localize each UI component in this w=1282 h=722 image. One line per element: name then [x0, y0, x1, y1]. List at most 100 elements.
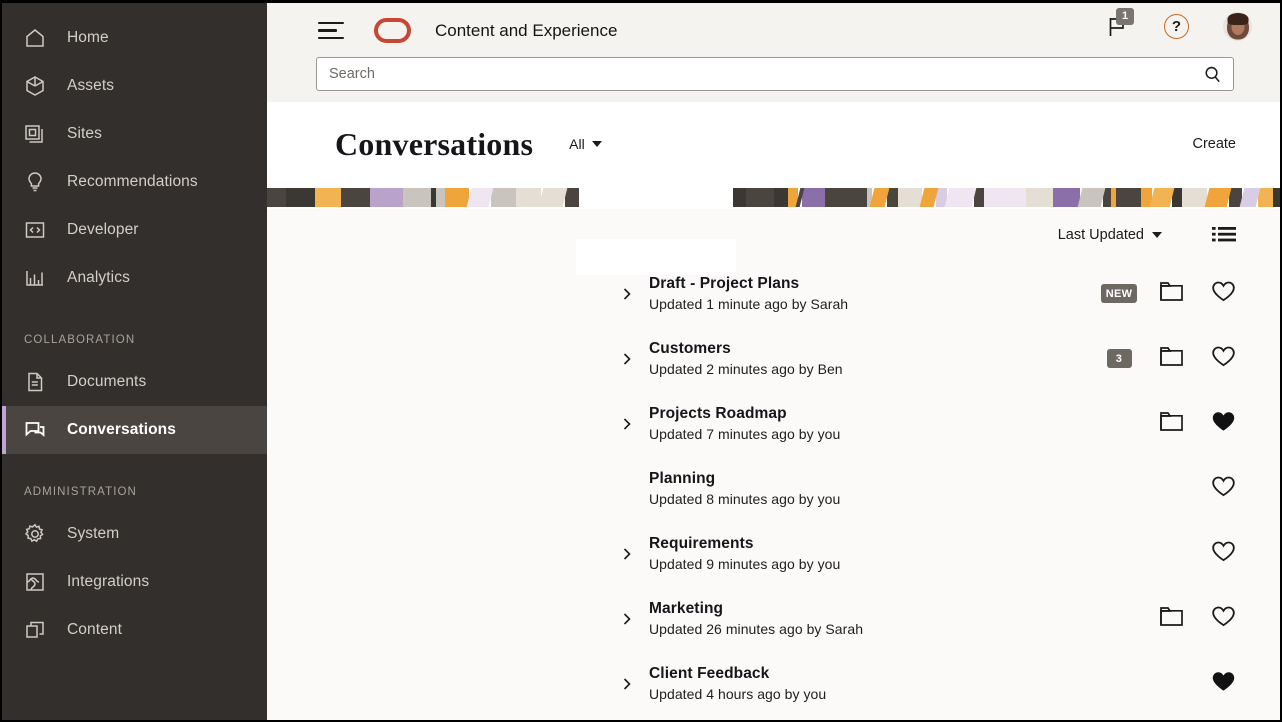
- conversation-subtitle: Updated 2 minutes ago by Ben: [649, 361, 843, 377]
- sidebar-item-label: Home: [67, 29, 109, 47]
- sidebar-item-label: Content: [67, 621, 122, 639]
- folder-slot: [1148, 410, 1194, 437]
- sidebar-item-recommendations[interactable]: Recommendations: [2, 158, 267, 206]
- page-title: Conversations: [335, 126, 533, 163]
- avatar[interactable]: [1223, 12, 1252, 41]
- sidebar-item-conversations[interactable]: Conversations: [2, 406, 267, 454]
- expand-chevron-icon[interactable]: [620, 677, 634, 691]
- heart-outline-icon[interactable]: [1211, 280, 1236, 308]
- chevron-down-icon: [1152, 232, 1162, 238]
- heart-outline-icon[interactable]: [1211, 345, 1236, 373]
- search-bar[interactable]: [316, 57, 1234, 91]
- conversation-subtitle: Updated 4 hours ago by you: [649, 686, 826, 702]
- create-button[interactable]: Create: [1192, 136, 1236, 152]
- integrations-icon: [22, 569, 48, 595]
- conversation-title: Marketing: [649, 600, 863, 618]
- sidebar-item-label: System: [67, 525, 119, 543]
- list-view-icon[interactable]: [1212, 226, 1236, 245]
- conversation-row[interactable]: Client FeedbackUpdated 4 hours ago by yo…: [267, 651, 1280, 716]
- conversation-subtitle: Updated 1 minute ago by Sarah: [649, 296, 848, 312]
- favorite-slot: [1194, 670, 1252, 698]
- folder-icon[interactable]: [1159, 280, 1184, 307]
- heart-outline-icon[interactable]: [1211, 540, 1236, 568]
- conversation-row[interactable]: MarketingUpdated 26 minutes ago by Sarah: [267, 586, 1280, 651]
- folder-icon[interactable]: [1159, 410, 1184, 437]
- heart-outline-icon[interactable]: [1211, 475, 1236, 503]
- status-badge: NEW: [1101, 284, 1138, 303]
- sidebar-section-administration: ADMINISTRATION: [2, 486, 267, 498]
- banner-strip: [267, 188, 1280, 207]
- conversation-row[interactable]: Draft - Project PlansUpdated 1 minute ag…: [267, 261, 1280, 326]
- badge-slot: 3: [1090, 349, 1148, 368]
- favorite-slot: [1194, 540, 1252, 568]
- help-glyph: ?: [1172, 18, 1181, 35]
- row-actions: 3: [1090, 345, 1280, 373]
- favorite-slot: [1194, 410, 1252, 438]
- expand-chevron-icon[interactable]: [620, 547, 634, 561]
- sidebar-item-label: Assets: [67, 77, 114, 95]
- conversation-row[interactable]: Customers Updated 2 minutes ago by Ben 3: [267, 326, 1280, 391]
- row-actions: [1090, 410, 1280, 438]
- conversation-row[interactable]: RequirementsUpdated 9 minutes ago by you: [267, 521, 1280, 586]
- row-actions: NEW: [1090, 280, 1280, 308]
- sort-dropdown[interactable]: Last Updated: [1058, 227, 1162, 243]
- help-icon[interactable]: ?: [1164, 14, 1189, 39]
- list-toolbar: Last Updated: [267, 209, 1280, 261]
- sidebar-item-integrations[interactable]: Integrations: [2, 558, 267, 606]
- sidebar-item-analytics[interactable]: Analytics: [2, 254, 267, 302]
- expand-chevron-icon[interactable]: [620, 612, 634, 626]
- sidebar-item-content[interactable]: Content: [2, 606, 267, 654]
- hamburger-icon[interactable]: [318, 21, 344, 41]
- conversation-text: Projects Roadmap Updated 7 minutes ago by…: [649, 405, 840, 442]
- conversation-subtitle: Updated 8 minutes ago by you: [649, 491, 840, 507]
- conversation-row[interactable]: Projects Roadmap Updated 7 minutes ago by…: [267, 391, 1280, 456]
- conversation-text: PlanningUpdated 8 minutes ago by you: [649, 470, 840, 507]
- sidebar-section-collaboration: COLLABORATION: [2, 334, 267, 346]
- main-content: Content and Experience 1 ?: [267, 3, 1280, 720]
- conversation-text: Customers Updated 2 minutes ago by Ben: [649, 340, 843, 377]
- sidebar: Home Assets Sites: [2, 3, 267, 720]
- sidebar-item-developer[interactable]: Developer: [2, 206, 267, 254]
- conversation-row[interactable]: PlanningUpdated 8 minutes ago by you: [267, 456, 1280, 521]
- folder-slot: [1148, 605, 1194, 632]
- status-badge: 3: [1107, 349, 1132, 368]
- folder-icon[interactable]: [1159, 345, 1184, 372]
- sidebar-item-assets[interactable]: Assets: [2, 62, 267, 110]
- sidebar-item-system[interactable]: System: [2, 510, 267, 558]
- expand-chevron-icon[interactable]: [620, 287, 634, 301]
- oracle-logo: [374, 18, 411, 43]
- heart-outline-icon[interactable]: [1211, 605, 1236, 633]
- overlay-placeholder-2: [576, 239, 736, 275]
- conversation-text: Client FeedbackUpdated 4 hours ago by yo…: [649, 665, 826, 702]
- app-title: Content and Experience: [435, 21, 617, 41]
- folder-icon[interactable]: [1159, 605, 1184, 632]
- conversation-title: Customers: [649, 340, 843, 358]
- sidebar-item-label: Developer: [67, 221, 139, 239]
- sort-label: Last Updated: [1058, 227, 1144, 243]
- search-input[interactable]: [329, 66, 1201, 82]
- sidebar-item-label: Analytics: [67, 269, 130, 287]
- code-icon: [22, 217, 48, 243]
- conversation-title: Requirements: [649, 535, 840, 553]
- conversation-text: MarketingUpdated 26 minutes ago by Sarah: [649, 600, 863, 637]
- sidebar-item-sites[interactable]: Sites: [2, 110, 267, 158]
- gear-icon: [22, 521, 48, 547]
- expand-chevron-icon[interactable]: [620, 352, 634, 366]
- conversation-list: Draft - Project PlansUpdated 1 minute ag…: [267, 261, 1280, 720]
- notifications-button[interactable]: 1: [1104, 14, 1130, 40]
- favorite-slot: [1194, 280, 1252, 308]
- search-icon[interactable]: [1201, 63, 1223, 85]
- folder-slot: [1148, 345, 1194, 372]
- sidebar-item-home[interactable]: Home: [2, 14, 267, 62]
- heart-filled-icon[interactable]: [1211, 410, 1236, 438]
- filter-dropdown[interactable]: All: [569, 136, 602, 152]
- sites-icon: [22, 121, 48, 147]
- decorative-banner: [267, 186, 1280, 209]
- expand-chevron-icon[interactable]: [620, 417, 634, 431]
- conversation-subtitle: Updated 7 minutes ago by you: [649, 426, 840, 442]
- sidebar-item-documents[interactable]: Documents: [2, 358, 267, 406]
- conversation-icon: [22, 417, 48, 443]
- conversation-title: Projects Roadmap: [649, 405, 840, 423]
- heart-filled-icon[interactable]: [1211, 670, 1236, 698]
- row-actions: [1090, 475, 1280, 503]
